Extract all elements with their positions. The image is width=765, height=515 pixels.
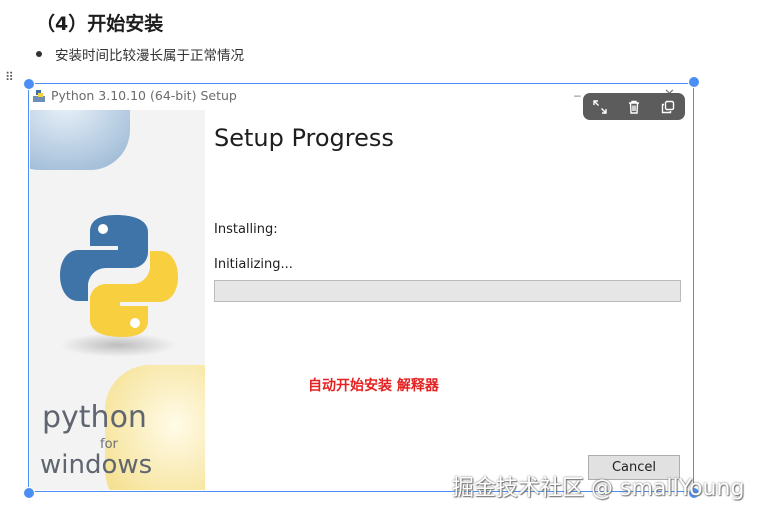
section-heading: （4）开始安装 [36, 13, 164, 35]
bullet-dot [36, 51, 42, 57]
resize-handle-top-right[interactable] [688, 76, 700, 88]
bullet-text: 安装时间比较漫长属于正常情况 [55, 48, 244, 64]
watermark-text: 掘金技术社区 @ smallYoung [452, 476, 745, 501]
resize-handle-top-left[interactable] [23, 78, 35, 90]
resize-handle-bottom-left[interactable] [23, 487, 35, 499]
drag-handle-icon[interactable]: ⠿ [5, 70, 14, 84]
image-selection-frame [28, 83, 694, 492]
bullet-item: 安装时间比较漫长属于正常情况 [36, 44, 244, 64]
